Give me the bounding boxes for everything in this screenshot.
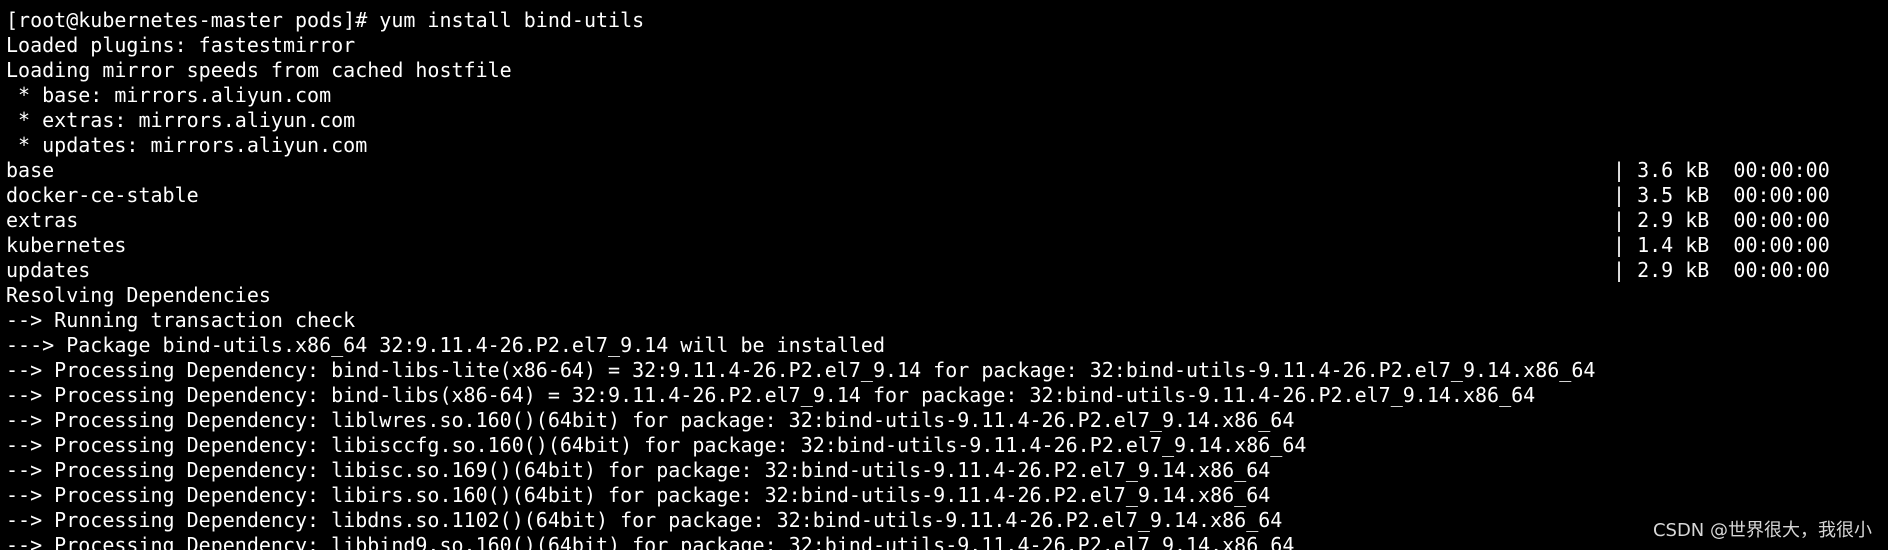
terminal-line: --> Processing Dependency: bind-libs(x86…	[6, 383, 1536, 407]
terminal-window[interactable]: [root@kubernetes-master pods]# yum insta…	[0, 0, 1888, 550]
terminal-line: * base: mirrors.aliyun.com	[6, 83, 332, 107]
terminal-line: ---> Package bind-utils.x86_64 32:9.11.4…	[6, 333, 885, 357]
terminal-line: Resolving Dependencies	[6, 283, 271, 307]
repo-stats-base: | 3.6 kB 00:00:00	[1613, 158, 1830, 182]
repo-stats-kubernetes: | 1.4 kB 00:00:00	[1613, 233, 1830, 257]
repo-stats-updates: | 2.9 kB 00:00:00	[1613, 258, 1830, 282]
repo-stats-extras: | 2.9 kB 00:00:00	[1613, 208, 1830, 232]
terminal-line: Loading mirror speeds from cached hostfi…	[6, 58, 512, 82]
csdn-watermark: CSDN @世界很大，我很小	[1652, 520, 1872, 541]
repo-name-base: base	[6, 158, 55, 182]
terminal-line: --> Processing Dependency: libisc.so.169…	[6, 458, 1271, 482]
terminal-line-prompt: [root@kubernetes-master pods]# yum insta…	[6, 8, 645, 32]
repo-name-extras: extras	[6, 208, 79, 232]
repo-name-kubernetes: kubernetes	[6, 233, 127, 257]
terminal-line: * extras: mirrors.aliyun.com	[6, 108, 356, 132]
terminal-line: --> Running transaction check	[6, 308, 356, 332]
terminal-line-partial: --> Processing Dependency: libbind9.so.1…	[6, 533, 1295, 550]
terminal-line: --> Processing Dependency: bind-libs-lit…	[6, 358, 1596, 382]
terminal-line: --> Processing Dependency: libdns.so.110…	[6, 508, 1283, 532]
terminal-line: --> Processing Dependency: libirs.so.160…	[6, 483, 1271, 507]
repo-name-updates: updates	[6, 258, 91, 282]
repo-stats-docker-ce-stable: | 3.5 kB 00:00:00	[1613, 183, 1830, 207]
terminal-line: * updates: mirrors.aliyun.com	[6, 133, 368, 157]
terminal-line: Loaded plugins: fastestmirror	[6, 33, 356, 57]
repo-name-docker-ce-stable: docker-ce-stable	[6, 183, 199, 207]
terminal-line: --> Processing Dependency: libisccfg.so.…	[6, 433, 1307, 457]
terminal-line: --> Processing Dependency: liblwres.so.1…	[6, 408, 1295, 432]
